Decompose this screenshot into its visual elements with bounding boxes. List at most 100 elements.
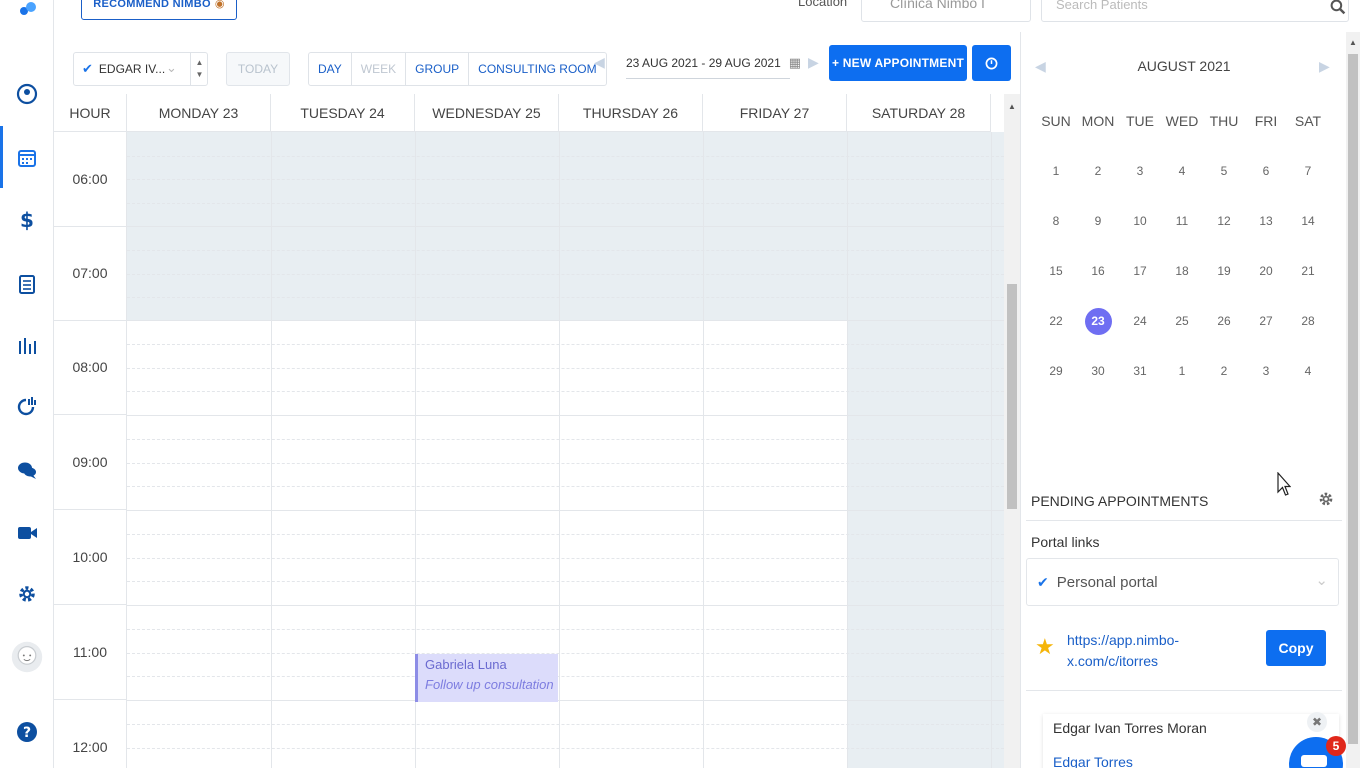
mini-calendar-day[interactable]: 1 [1035, 153, 1077, 189]
next-week-icon[interactable]: ▶ [808, 54, 819, 71]
mini-calendar-day[interactable]: 6 [1245, 153, 1287, 189]
mini-calendar-day[interactable]: 8 [1035, 203, 1077, 239]
day-header-wed[interactable]: WEDNESDAY 25 [415, 94, 559, 132]
stepper-icon[interactable]: ▲ ▼ [190, 53, 208, 85]
mini-calendar-day[interactable]: 2 [1077, 153, 1119, 189]
mini-calendar-day[interactable]: 3 [1119, 153, 1161, 189]
mini-calendar-day[interactable]: 9 [1077, 203, 1119, 239]
mini-calendar-day[interactable]: 15 [1035, 253, 1077, 289]
mini-calendar-day[interactable]: 14 [1287, 203, 1329, 239]
billing-dollar-icon[interactable]: $ [0, 200, 54, 240]
mini-calendar-day[interactable]: 23 [1077, 303, 1119, 339]
mini-calendar-day-number: 24 [1133, 314, 1147, 328]
records-list-icon[interactable] [0, 264, 54, 304]
mini-calendar-day[interactable]: 29 [1035, 353, 1077, 389]
grid-quarter-line [127, 203, 1004, 204]
settings-gear-icon[interactable] [0, 574, 54, 614]
grid-scrollbar-thumb[interactable] [1007, 284, 1017, 509]
mini-calendar-day[interactable]: 4 [1287, 353, 1329, 389]
mini-calendar-day[interactable]: 1 [1161, 353, 1203, 389]
scroll-up-icon[interactable]: ▲ [1349, 38, 1357, 47]
day-header-fri[interactable]: FRIDAY 27 [703, 94, 847, 132]
day-header-tue[interactable]: TUESDAY 24 [271, 94, 415, 132]
mini-calendar-day[interactable]: 10 [1119, 203, 1161, 239]
mini-calendar-day[interactable]: 2 [1203, 353, 1245, 389]
location-select[interactable]: Clínica Nimbo I [861, 0, 1031, 22]
mouse-cursor-icon [1277, 472, 1291, 496]
mini-calendar-day[interactable]: 19 [1203, 253, 1245, 289]
pending-settings-gear-icon[interactable] [1317, 490, 1335, 508]
video-camera-icon[interactable] [0, 513, 54, 553]
pending-patient-link[interactable]: Edgar Torres [1053, 754, 1133, 768]
mini-calendar-day-number: 10 [1133, 214, 1147, 228]
recommend-label: RECOMMEND NIMBO [93, 0, 211, 10]
panel-scrollbar[interactable]: ▲ [1346, 32, 1360, 768]
mini-calendar-day[interactable]: 28 [1287, 303, 1329, 339]
grid-quarter-line [127, 344, 1004, 345]
appointment-card[interactable]: Gabriela Luna Follow up consultation [415, 654, 558, 702]
mini-calendar-day[interactable]: 3 [1245, 353, 1287, 389]
grid-line [703, 132, 704, 768]
mini-calendar-day[interactable]: 22 [1035, 303, 1077, 339]
grid-line [127, 415, 1004, 416]
today-button[interactable]: TODAY [226, 52, 290, 86]
mini-calendar-day[interactable]: 12 [1203, 203, 1245, 239]
mini-calendar-day[interactable]: 20 [1245, 253, 1287, 289]
date-range[interactable]: 23 AUG 2021 - 29 AUG 2021 ▦ [626, 52, 801, 74]
chat-bubbles-icon[interactable] [0, 450, 54, 490]
mini-calendar-day[interactable]: 4 [1161, 153, 1203, 189]
day-header-thu[interactable]: THURSDAY 26 [559, 94, 703, 132]
day-header-mon[interactable]: MONDAY 23 [127, 94, 271, 132]
tab-consulting-room[interactable]: CONSULTING ROOM [469, 53, 605, 85]
help-question-icon[interactable]: ? [0, 712, 54, 752]
new-appointment-button[interactable]: + NEW APPOINTMENT [829, 45, 967, 81]
day-header-sat[interactable]: SATURDAY 28 [847, 94, 991, 132]
weekday-label: MON [1081, 113, 1115, 129]
mini-calendar-day-number: 1 [1178, 364, 1186, 378]
mini-calendar-day[interactable]: 17 [1119, 253, 1161, 289]
hour-label: 12:00 [54, 700, 127, 768]
reports-bar-icon[interactable] [0, 326, 54, 366]
mini-calendar-day[interactable]: 25 [1161, 303, 1203, 339]
mini-calendar-day[interactable]: 21 [1287, 253, 1329, 289]
date-range-underline [626, 78, 790, 79]
mini-calendar-day[interactable]: 30 [1077, 353, 1119, 389]
mini-calendar-day[interactable]: 27 [1245, 303, 1287, 339]
nimbo-app: $ ? RECOMMEND NIMBO ◉ Location Clínica N… [0, 0, 1360, 768]
copy-button[interactable]: Copy [1266, 630, 1326, 666]
doctor-select[interactable]: ✔ EDGAR IV... ⌄ ▲ ▼ [73, 52, 208, 86]
mini-calendar-day[interactable]: 31 [1119, 353, 1161, 389]
mini-calendar-day-number: 28 [1301, 314, 1315, 328]
mini-calendar-day[interactable]: 26 [1203, 303, 1245, 339]
calendar-icon[interactable] [0, 138, 54, 178]
prev-week-icon[interactable]: ◀ [594, 54, 605, 71]
mini-calendar-day[interactable]: 7 [1287, 153, 1329, 189]
tab-week[interactable]: WEEK [352, 53, 407, 85]
tab-day[interactable]: DAY [309, 53, 352, 85]
mini-calendar-day[interactable]: 18 [1161, 253, 1203, 289]
grid-scrollbar[interactable]: ▲ [1004, 94, 1020, 768]
mini-calendar-day[interactable]: 11 [1161, 203, 1203, 239]
portal-url-link[interactable]: https://app.nimbo-x.com/c/itorres [1067, 630, 1217, 672]
doctor-select-value: EDGAR IV... [98, 62, 166, 76]
portal-select[interactable]: ✔ Personal portal ⌄ [1026, 558, 1339, 606]
user-avatar[interactable] [0, 630, 54, 684]
recommend-nimbo-button[interactable]: RECOMMEND NIMBO ◉ [81, 0, 237, 20]
mini-calendar-day-number: 25 [1175, 314, 1189, 328]
mini-calendar-day[interactable]: 16 [1077, 253, 1119, 289]
scroll-up-icon[interactable]: ▲ [1008, 102, 1016, 111]
close-icon[interactable]: ✖ [1307, 712, 1327, 732]
mini-calendar-day[interactable]: 13 [1245, 203, 1287, 239]
patients-icon[interactable] [0, 74, 54, 114]
mini-calendar-day[interactable]: 24 [1119, 303, 1161, 339]
patient-search-input[interactable]: Search Patients [1041, 0, 1349, 22]
nimbo-logo-icon[interactable] [0, 0, 54, 26]
panel-scrollbar-thumb[interactable] [1348, 54, 1358, 744]
search-icon[interactable] [1330, 0, 1346, 15]
tab-group[interactable]: GROUP [406, 53, 470, 85]
marketing-icon[interactable] [0, 386, 54, 426]
mini-calendar-day[interactable]: 5 [1203, 153, 1245, 189]
next-month-icon[interactable]: ▶ [1319, 58, 1330, 74]
svg-text:$: $ [20, 209, 34, 231]
waiting-room-button[interactable] [972, 45, 1011, 81]
